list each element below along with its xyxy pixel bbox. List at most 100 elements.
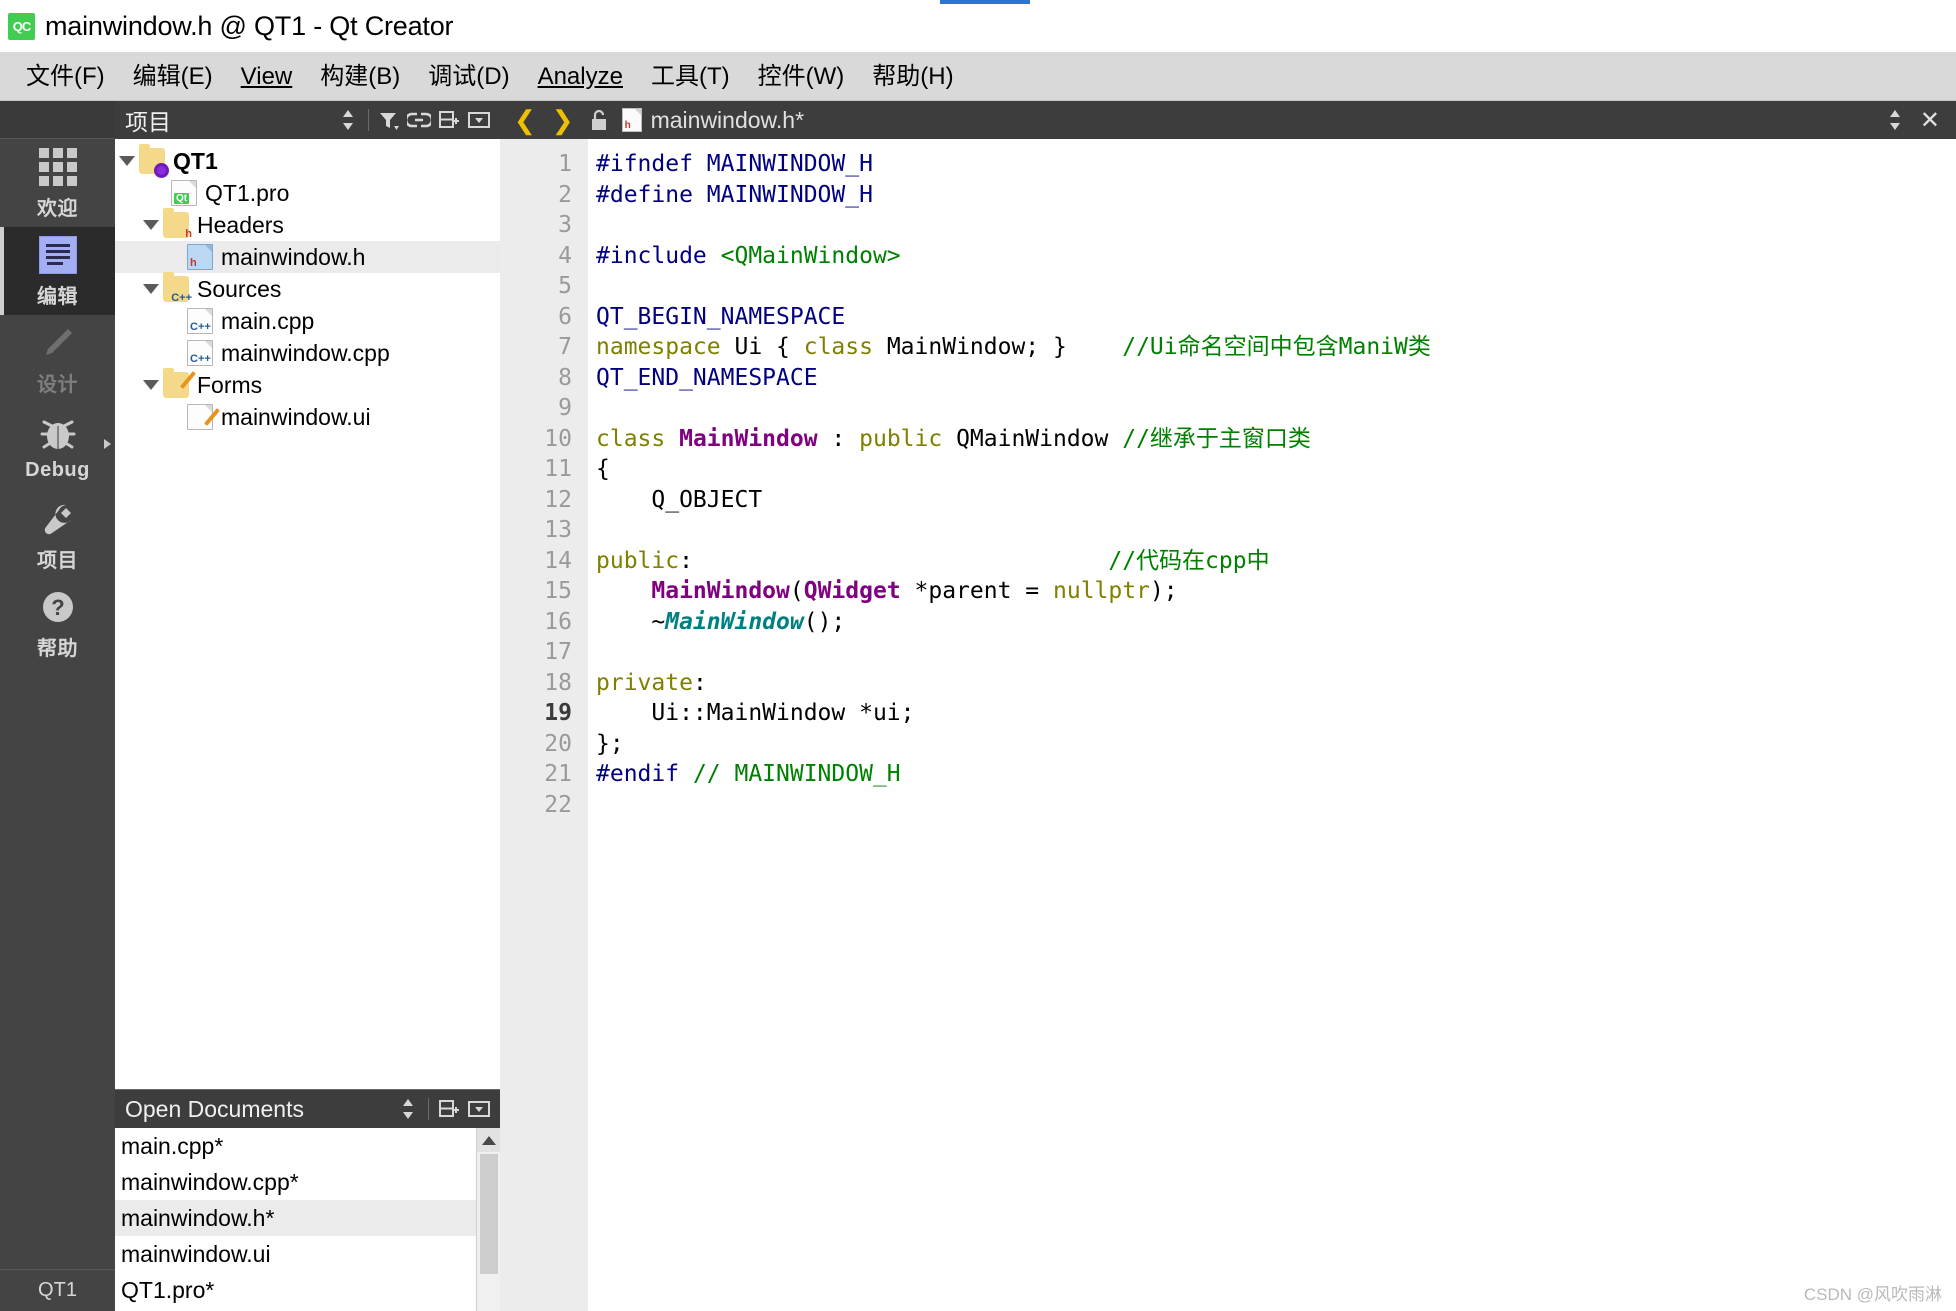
line-number: 11	[544, 456, 572, 483]
chevron-right-icon[interactable]	[104, 439, 111, 449]
mode-selector-spacer	[0, 101, 115, 139]
code-line: class MainWindow : public QMainWindow //…	[596, 424, 1956, 455]
folder-ui-icon	[163, 368, 196, 398]
menu-edit[interactable]: 编辑(E)	[119, 52, 227, 101]
menu-widgets[interactable]: 控件(W)	[744, 52, 859, 101]
code-editor[interactable]: 1 2 3 4 5 6 7 8 9 10 11 12 13 14 15 16 1	[500, 139, 1956, 1311]
split-icon[interactable]	[434, 105, 464, 135]
line-number: 13	[544, 517, 572, 544]
code-line: MainWindow(QWidget *parent = nullptr);	[596, 576, 1956, 607]
code-token: ~	[596, 608, 666, 635]
project-panel-header: 项目	[115, 101, 500, 139]
main-body: 欢迎 编辑 设计 Debug 项目 ? 帮助 QT1 项目 QT1 Qt QT1…	[0, 101, 1956, 1311]
editor-tab-bar: ❮ ❯ h mainwindow.h* ✕	[500, 101, 1956, 139]
bug-icon	[37, 413, 79, 455]
code-line: private:	[596, 668, 1956, 699]
wrench-icon	[37, 498, 79, 540]
code-line: #ifndef MAINWINDOW_H	[596, 149, 1956, 180]
code-token: class	[596, 425, 680, 452]
code-token: QT_BEGIN_NAMESPACE	[596, 303, 846, 330]
mode-design[interactable]: 设计	[0, 315, 115, 403]
toolbar-divider	[428, 1098, 429, 1120]
mode-help[interactable]: ? 帮助	[0, 579, 115, 667]
menu-file[interactable]: 文件(F)	[12, 52, 119, 101]
tree-item-mainwindow-cpp[interactable]: C++ mainwindow.cpp	[115, 337, 500, 369]
mode-edit[interactable]: 编辑	[0, 227, 115, 315]
tree-item-mainwindow-h[interactable]: h mainwindow.h	[115, 241, 500, 273]
expand-arrow-icon[interactable]	[139, 380, 163, 390]
tree-item-forms[interactable]: Forms	[115, 368, 500, 401]
filter-icon[interactable]	[374, 105, 404, 135]
line-number: 20	[544, 730, 572, 757]
expand-arrow-icon[interactable]	[139, 220, 163, 230]
sync-icon[interactable]	[333, 105, 363, 135]
mode-debug[interactable]: Debug	[0, 403, 115, 491]
list-item[interactable]: mainwindow.h*	[115, 1200, 500, 1236]
menu-view[interactable]: View	[227, 52, 307, 101]
tree-item-qt1[interactable]: QT1	[115, 144, 500, 178]
code-line: #include <QMainWindow>	[596, 241, 1956, 272]
line-number: 22	[544, 791, 572, 818]
code-token: // MAINWINDOW_H	[692, 761, 901, 787]
mode-projects[interactable]: 项目	[0, 491, 115, 579]
code-token: Q_OBJECT	[596, 486, 763, 513]
code-token: :	[817, 425, 860, 452]
mode-welcome[interactable]: 欢迎	[0, 139, 115, 227]
mode-welcome-label: 欢迎	[37, 197, 78, 220]
sync-icon[interactable]	[393, 1094, 423, 1124]
unlocked-icon[interactable]	[586, 108, 612, 132]
tree-item-qt1-pro[interactable]: Qt QT1.pro	[115, 177, 500, 209]
menu-view-label: View	[240, 62, 293, 90]
link-icon[interactable]	[404, 105, 434, 135]
tree-item-qt1-pro-label: QT1.pro	[205, 179, 290, 206]
active-project-indicator[interactable]: QT1	[0, 1269, 115, 1311]
line-number: 8	[558, 364, 572, 391]
code-token: QWidget	[803, 578, 915, 604]
menu-help[interactable]: 帮助(H)	[858, 52, 967, 101]
tree-item-mainwindow-ui[interactable]: mainwindow.ui	[115, 401, 500, 433]
tree-item-headers[interactable]: h Headers	[115, 208, 500, 241]
editor-tab-filename[interactable]: mainwindow.h*	[651, 107, 1880, 134]
close-icon[interactable]: ✕	[1910, 106, 1950, 135]
grid-icon	[37, 146, 79, 188]
list-item[interactable]: QT1.pro*	[115, 1272, 500, 1308]
window-top-accent	[940, 0, 1030, 4]
menu-icon[interactable]	[464, 105, 494, 135]
forward-arrow-icon[interactable]: ❯	[544, 107, 582, 133]
list-item[interactable]: mainwindow.cpp*	[115, 1164, 500, 1200]
folder-gear-icon	[139, 144, 169, 178]
menu-file-label: 文件(F)	[26, 62, 105, 90]
menu-icon[interactable]	[464, 1094, 494, 1124]
open-doc-label: mainwindow.ui	[121, 1240, 271, 1267]
menu-build[interactable]: 构建(B)	[306, 52, 414, 101]
menu-analyze[interactable]: Analyze	[524, 52, 637, 101]
expand-arrow-icon[interactable]	[139, 284, 163, 294]
menu-tools[interactable]: 工具(T)	[637, 52, 744, 101]
open-documents-list[interactable]: main.cpp* mainwindow.cpp* mainwindow.h* …	[115, 1128, 500, 1311]
split-icon[interactable]	[1880, 105, 1910, 135]
open-documents-scrollbar[interactable]	[476, 1128, 500, 1311]
cpp-file-icon: C++	[187, 308, 213, 334]
expand-arrow-icon[interactable]	[115, 156, 139, 166]
scroll-up-arrow-icon[interactable]	[477, 1128, 500, 1152]
list-item[interactable]: mainwindow.ui	[115, 1236, 500, 1272]
menu-bar: 文件(F) 编辑(E) View 构建(B) 调试(D) Analyze 工具(…	[0, 52, 1956, 101]
back-arrow-icon[interactable]: ❮	[506, 107, 544, 133]
mode-projects-label: 项目	[37, 549, 78, 572]
code-token: #ifndef MAINWINDOW_H	[596, 151, 873, 177]
code-text[interactable]: #ifndef MAINWINDOW_H #define MAINWINDOW_H…	[588, 139, 1956, 1311]
menu-debug[interactable]: 调试(D)	[414, 52, 523, 101]
tree-item-main-cpp[interactable]: C++ main.cpp	[115, 305, 500, 337]
list-item[interactable]: main.cpp*	[115, 1128, 500, 1164]
cpp-file-icon: C++	[187, 340, 213, 366]
project-tree[interactable]: QT1 Qt QT1.pro h Headers h mainwindow.h	[115, 139, 500, 1089]
line-number: 10	[544, 425, 572, 452]
scrollbar-thumb[interactable]	[480, 1154, 498, 1274]
tree-item-sources[interactable]: C++ Sources	[115, 272, 500, 305]
split-icon[interactable]	[434, 1094, 464, 1124]
